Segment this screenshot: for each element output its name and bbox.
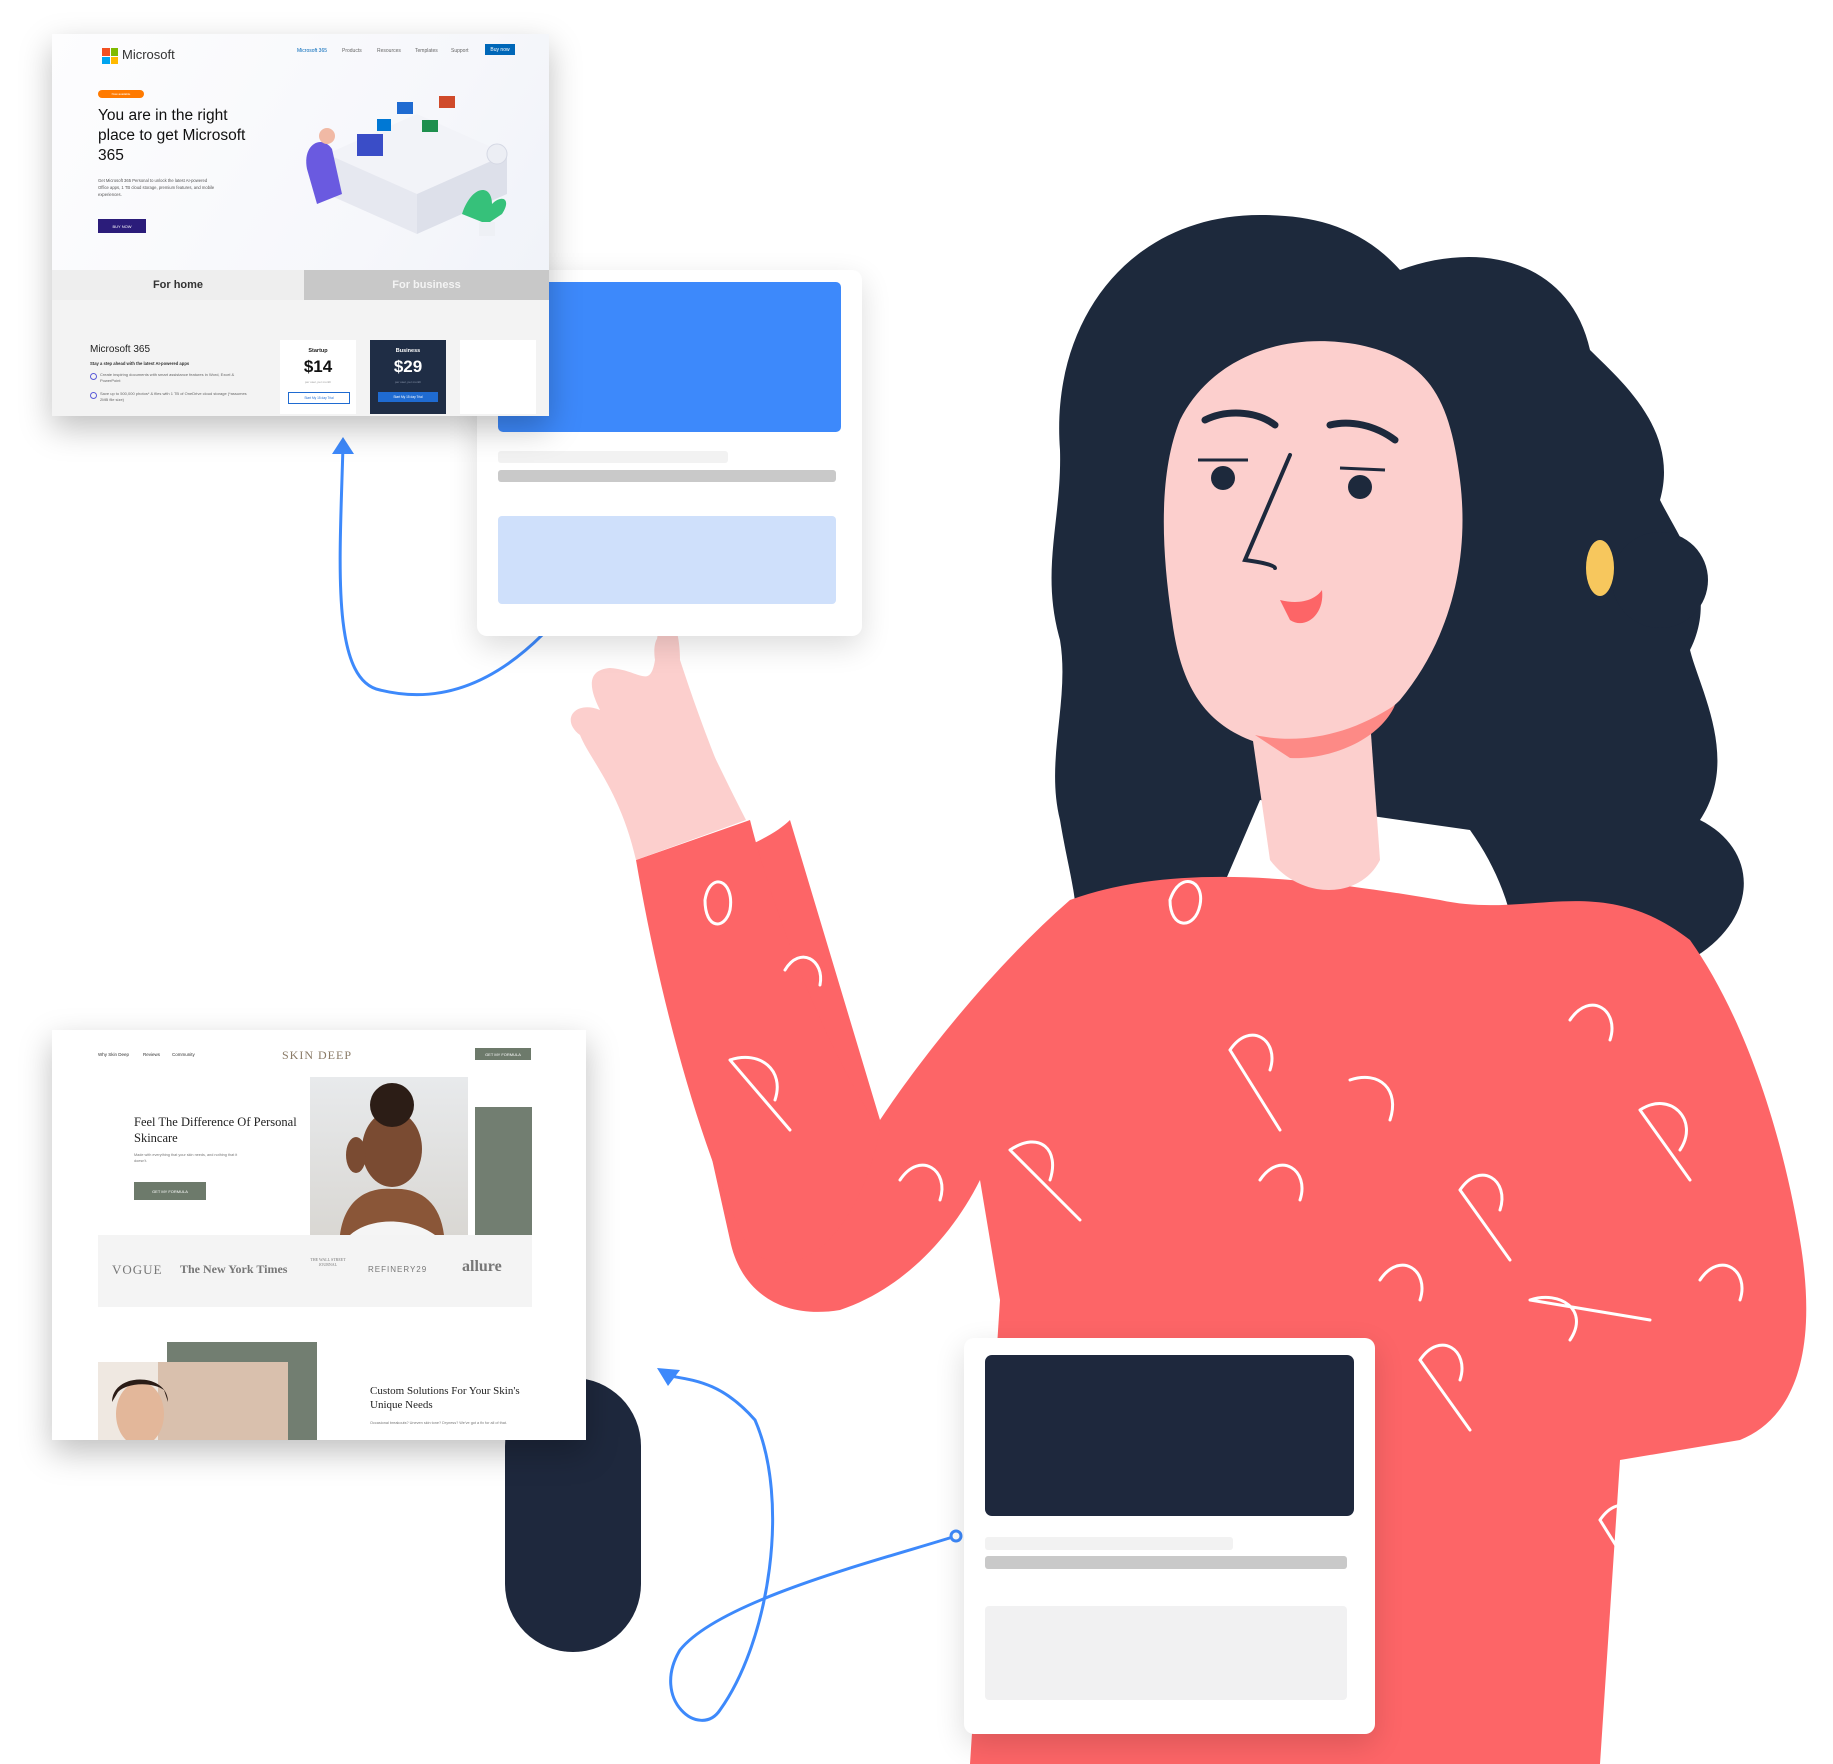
wireframe-line-long — [985, 1556, 1347, 1569]
plan-note: per user, per month — [394, 380, 421, 384]
smiling-woman-photo — [340, 1083, 444, 1235]
wireframe-image-block — [498, 282, 841, 432]
plan-card-partial — [460, 340, 536, 414]
nav-link-microsoft-365[interactable]: Microsoft 365 — [297, 48, 327, 54]
feature-bullet: Create inspiring documents with smart as… — [90, 372, 250, 384]
get-formula-button[interactable]: GET MY FORMULA — [134, 1182, 206, 1200]
isometric-office-illustration — [306, 96, 508, 236]
section-photo — [98, 1362, 288, 1440]
skin-deep-page-screenshot: Why Skin Deep Reviews Community SKIN DEE… — [52, 1030, 586, 1440]
start-trial-button[interactable]: Start My 15 day Trial — [288, 392, 350, 404]
microsoft-365-page-screenshot: Microsoft Microsoft 365 Products Resourc… — [52, 34, 549, 416]
press-logo-wsj: THE WALL STREET JOURNAL — [310, 1257, 346, 1267]
microsoft-logo-icon — [102, 48, 118, 64]
nav-link-community[interactable]: Community — [172, 1052, 195, 1057]
tab-for-business[interactable]: For business — [304, 270, 549, 300]
section-title: Custom Solutions For Your Skin's Unique … — [370, 1385, 520, 1411]
plan-name: Business — [395, 348, 421, 354]
get-formula-nav-button[interactable]: GET MY FORMULA — [475, 1048, 531, 1060]
hand — [570, 620, 746, 860]
press-logo-vogue: VOGUE — [112, 1262, 163, 1277]
woman-portrait-photo — [98, 1362, 168, 1440]
start-trial-button[interactable]: Start My 15 day Trial — [378, 392, 438, 402]
feature-bullet: Save up to 500,000 photos* & files with … — [90, 391, 250, 403]
product-subtitle: Stay a step ahead with the latest AI-pow… — [90, 361, 190, 366]
hero-description: Made with everything that your skin need… — [134, 1153, 238, 1163]
buy-now-button[interactable]: BUY NOW — [98, 219, 146, 233]
plan-name: Startup — [308, 348, 328, 354]
nav-link-resources[interactable]: Resources — [377, 48, 401, 54]
nav-link-reviews[interactable]: Reviews — [143, 1052, 160, 1057]
press-logo-nyt: The New York Times — [180, 1262, 288, 1276]
check-circle-icon — [90, 373, 97, 380]
wireframe-line-short — [498, 451, 728, 463]
wireframe-content-block — [985, 1606, 1347, 1700]
hair-tie — [1586, 540, 1614, 596]
nav-link-why-skin-deep[interactable]: Why Skin Deep — [98, 1052, 129, 1057]
hero-title: You are in the right place to get Micros… — [98, 107, 246, 164]
decorative-green-block — [475, 1107, 532, 1235]
brand-name: Microsoft — [122, 47, 175, 62]
product-title: Microsoft 365 — [90, 344, 151, 355]
skin-deep-logo[interactable]: SKIN DEEP — [282, 1048, 352, 1063]
buy-now-nav-button[interactable]: Buy now — [485, 44, 515, 55]
hero-description: Get Microsoft 365 Personal to unlock the… — [98, 178, 215, 197]
plan-price: $29 — [393, 357, 423, 376]
plan-card-startup: Startup $14 per user, per month Start My… — [280, 340, 356, 414]
press-logo-allure: allure — [462, 1258, 502, 1275]
nav-link-products[interactable]: Products — [342, 48, 362, 54]
plan-note: per user, per month — [304, 380, 331, 384]
plan-card-business: Business $29 per user, per month Start M… — [370, 340, 446, 414]
plan-price: $14 — [303, 357, 333, 376]
hero-title: Feel The Difference Of Personal Skincare — [134, 1115, 297, 1145]
wireframe-card-dark — [964, 1338, 1375, 1734]
hero-photo — [310, 1077, 468, 1235]
wireframe-line-long — [498, 470, 836, 482]
nav-link-support[interactable]: Support — [451, 48, 469, 54]
wireframe-image-block — [985, 1355, 1354, 1516]
nav-link-templates[interactable]: Templates — [415, 48, 438, 54]
connector-arrow-bottom — [664, 1373, 957, 1722]
section-description: Occasional breakouts? Uneven skin tone? … — [370, 1421, 507, 1425]
wireframe-content-block — [498, 516, 836, 604]
now-available-badge: Now available — [98, 90, 144, 98]
tab-for-home[interactable]: For home — [52, 270, 304, 300]
check-circle-icon — [90, 392, 97, 399]
press-logo-refinery29: REFINERY29 — [368, 1265, 428, 1274]
wireframe-line-short — [985, 1537, 1233, 1550]
